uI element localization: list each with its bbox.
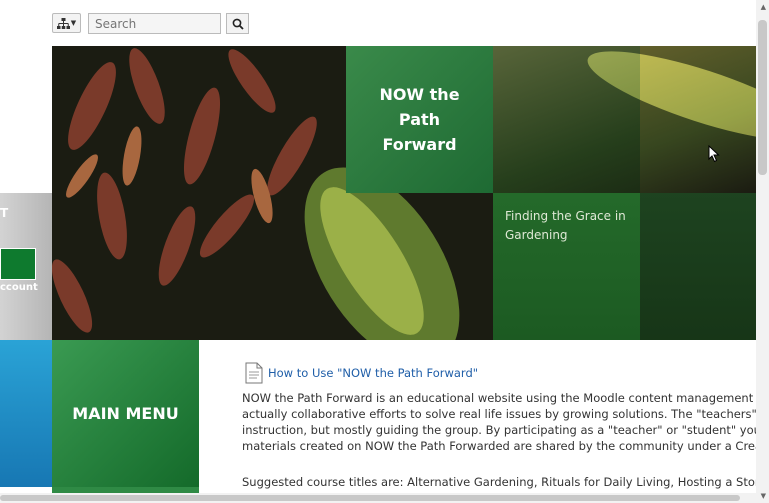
horizontal-scrollbar[interactable] <box>0 493 756 503</box>
scrollbar-thumb[interactable] <box>0 495 740 501</box>
sitemap-icon <box>56 17 70 29</box>
mouse-cursor-icon <box>708 145 720 163</box>
main-content: How to Use "NOW the Path Forward" NOW th… <box>242 362 756 503</box>
suggested-titles: Suggested course titles are: Alternative… <box>242 475 756 489</box>
blue-tile <box>0 340 52 487</box>
document-icon <box>245 362 263 384</box>
hero-tile <box>493 46 640 193</box>
tile-now-path-forward[interactable]: NOW the Path Forward <box>346 46 493 193</box>
chevron-down-icon: ▼ <box>70 19 77 27</box>
hero-tile <box>640 193 756 340</box>
intro-paragraph: NOW the Path Forward is an educational w… <box>242 390 756 454</box>
paragraph-line-text: instruction, but mostly guiding the grou… <box>242 423 756 437</box>
search-icon <box>232 18 244 30</box>
search-input[interactable] <box>88 13 221 34</box>
tile-title-label: NOW the Path Forward <box>379 85 460 154</box>
how-to-use-link[interactable]: How to Use "NOW the Path Forward" <box>268 366 478 380</box>
scrollbar-thumb[interactable] <box>758 20 767 175</box>
main-menu-label: MAIN MENU <box>72 404 179 423</box>
hero-banner: NOW the Path Forward Finding the Grace i… <box>52 46 756 340</box>
how-to-use-item: How to Use "NOW the Path Forward" <box>245 362 756 384</box>
search-button[interactable] <box>226 13 249 34</box>
vertical-scrollbar[interactable]: ▲ ▼ <box>756 0 769 503</box>
scroll-down-icon[interactable]: ▼ <box>761 492 766 500</box>
sitemap-menu-button[interactable]: ▼ <box>52 13 81 33</box>
hero-tile <box>640 46 756 193</box>
paragraph-line: materials created on NOW the Path Forwar… <box>242 439 756 453</box>
create-account-link[interactable]: ccount <box>0 282 38 293</box>
tile-grace-label: Finding the Grace in Gardening <box>505 209 626 242</box>
paragraph-line: actually collaborative efforts to solve … <box>242 407 756 421</box>
main-menu-tile[interactable]: MAIN MENU <box>52 340 199 487</box>
login-panel-heading: T <box>0 206 9 220</box>
scroll-up-icon[interactable]: ▲ <box>761 3 766 11</box>
tile-finding-grace[interactable]: Finding the Grace in Gardening <box>493 193 640 340</box>
paragraph-line: NOW the Path Forward is an educational w… <box>242 391 756 405</box>
login-button[interactable] <box>0 248 36 280</box>
paragraph-line: instruction, but mostly guiding the grou… <box>242 422 756 438</box>
